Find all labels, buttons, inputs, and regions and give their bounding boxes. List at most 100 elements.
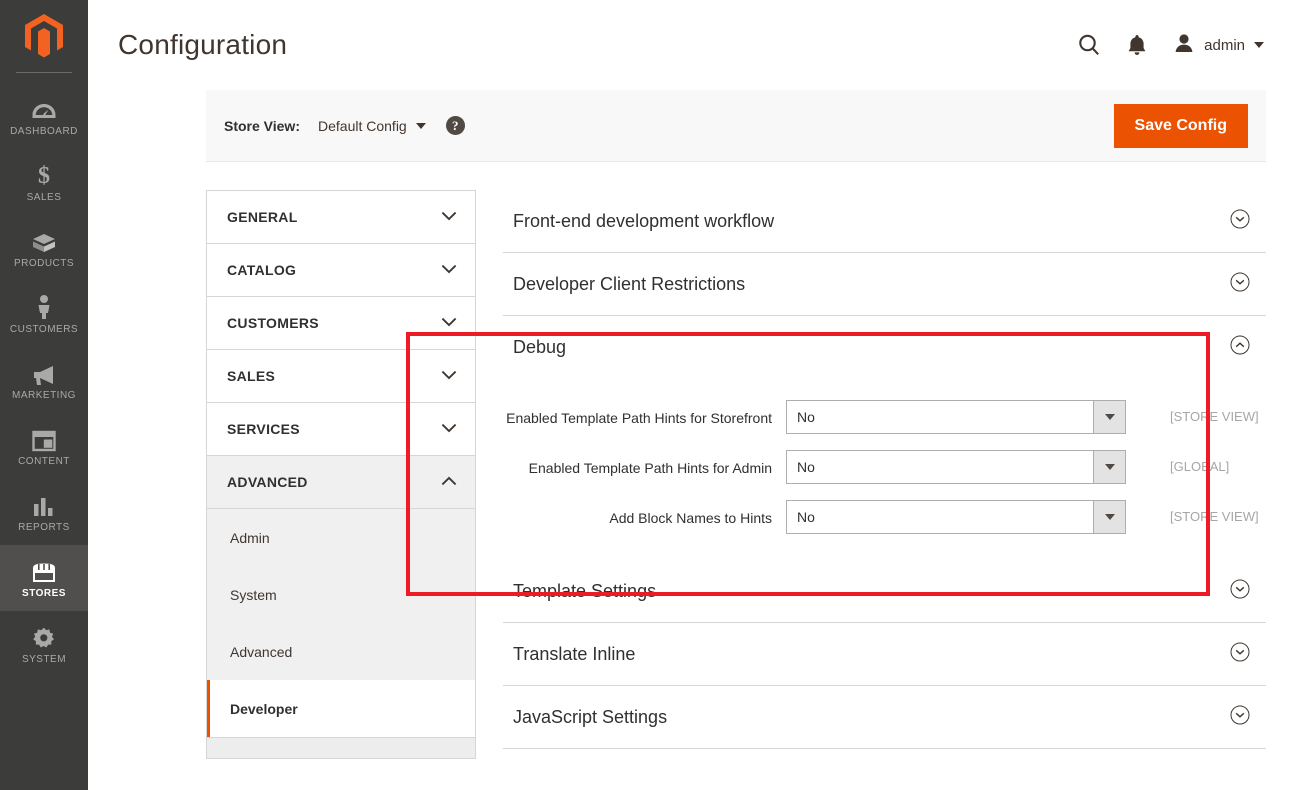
stores-icon [31,558,57,584]
config-section-customers[interactable]: CUSTOMERS [207,297,475,350]
magento-logo[interactable] [0,0,88,72]
config-item-label: Admin [230,530,270,546]
header-actions: admin [1077,33,1266,58]
sidebar-item-sales[interactable]: $ SALES [0,149,88,215]
field-scope: [STORE VIEW] [1126,400,1259,424]
help-question-icon[interactable]: ? [446,116,465,135]
sidebar-item-content[interactable]: CONTENT [0,413,88,479]
chevron-down-icon [441,420,457,438]
sidebar-divider [16,72,72,73]
add-block-names-to-hints-select[interactable]: No [786,500,1126,534]
field-label: Enabled Template Path Hints for Admin [503,450,786,478]
chevron-down-icon [1093,451,1125,483]
config-section-label: SALES [227,368,275,384]
config-section-label: ADVANCED [227,474,308,490]
panel-header[interactable]: Template Settings [503,560,1266,622]
config-item-admin[interactable]: Admin [207,509,475,566]
chevron-down-icon [1093,501,1125,533]
sidebar-item-label: PRODUCTS [14,258,74,269]
reports-icon [32,492,56,518]
panel-header[interactable]: Translate Inline [503,623,1266,685]
template-path-hints-storefront-select[interactable]: No [786,400,1126,434]
chevron-down-icon [1093,401,1125,433]
config-section-label: CATALOG [227,262,296,278]
page-title: Configuration [118,29,287,61]
config-section-services[interactable]: SERVICES [207,403,475,456]
panel-header[interactable]: Developer Client Restrictions [503,253,1266,315]
config-item-label: Advanced [230,644,292,660]
panel-title: Debug [513,337,566,358]
panel-frontend-development-workflow: Front-end development workflow [503,190,1266,253]
dashboard-icon [32,96,56,122]
panel-developer-client-restrictions: Developer Client Restrictions [503,253,1266,316]
chevron-down-icon[interactable] [416,123,426,129]
panel-title: Template Settings [513,581,656,602]
store-view-value[interactable]: Default Config [318,118,407,134]
global-sidebar: DASHBOARD $ SALES PRODUCTS [0,0,88,790]
magento-logo-icon [23,13,65,59]
admin-page: DASHBOARD $ SALES PRODUCTS [0,0,1294,790]
config-item-advanced[interactable]: Advanced [207,623,475,680]
panel-debug: Debug Enabled Template Path Hints for St… [503,316,1266,560]
panel-template-settings: Template Settings [503,560,1266,623]
sidebar-item-label: REPORTS [18,522,70,533]
customers-icon [35,294,53,320]
sidebar-item-stores[interactable]: STORES [0,545,88,611]
panel-title: Developer Client Restrictions [513,274,745,295]
sidebar-item-label: STORES [22,588,66,599]
products-icon [31,228,57,254]
chevron-down-circle-icon [1230,642,1250,667]
field-label: Enabled Template Path Hints for Storefro… [503,400,786,428]
field-label: Add Block Names to Hints [503,500,786,528]
template-path-hints-admin-select[interactable]: No [786,450,1126,484]
sidebar-item-products[interactable]: PRODUCTS [0,215,88,281]
store-switcher-bar: Store View: Default Config ? Save Config [206,90,1266,162]
search-icon[interactable] [1077,33,1101,57]
user-menu[interactable]: admin [1173,33,1264,58]
config-section-label: SERVICES [227,421,300,437]
panel-header[interactable]: Front-end development workflow [503,190,1266,252]
field-scope: [STORE VIEW] [1126,500,1259,524]
config-section-label: GENERAL [227,209,298,225]
panel-body-debug: Enabled Template Path Hints for Storefro… [503,378,1266,560]
page-header: Configuration [88,0,1294,90]
panel-header[interactable]: Debug [503,316,1266,378]
sidebar-item-label: CUSTOMERS [10,324,78,335]
panel-title: JavaScript Settings [513,707,667,728]
user-avatar-icon [1173,33,1195,58]
config-item-system[interactable]: System [207,566,475,623]
config-panels: Front-end development workflow Developer… [503,190,1266,759]
panel-header[interactable]: JavaScript Settings [503,686,1266,748]
config-section-catalog[interactable]: CATALOG [207,244,475,297]
field-row-template-path-hints-storefront: Enabled Template Path Hints for Storefro… [503,400,1266,434]
sidebar-item-label: SALES [27,192,62,203]
main-area: Configuration [88,0,1294,790]
select-value: No [787,501,1093,533]
sidebar-item-customers[interactable]: CUSTOMERS [0,281,88,347]
chevron-down-circle-icon [1230,705,1250,730]
config-nav-scrollbar[interactable] [206,737,476,759]
chevron-up-icon [441,473,457,491]
config-nav: GENERAL CATALOG CUSTOMERS [206,190,476,737]
chevron-down-icon [441,314,457,332]
sidebar-item-system[interactable]: SYSTEM [0,611,88,677]
svg-text:$: $ [38,163,50,188]
save-config-button[interactable]: Save Config [1114,104,1248,148]
chevron-down-icon [441,367,457,385]
chevron-down-circle-icon [1230,209,1250,234]
sidebar-item-dashboard[interactable]: DASHBOARD [0,83,88,149]
config-item-label: Developer [230,701,298,717]
config-subnav-advanced: Admin System Advanced Developer [207,509,475,737]
config-section-sales[interactable]: SALES [207,350,475,403]
bell-icon[interactable] [1127,33,1147,57]
select-value: No [787,401,1093,433]
config-section-general[interactable]: GENERAL [207,191,475,244]
chevron-down-circle-icon [1230,579,1250,604]
config-item-developer[interactable]: Developer [207,680,475,737]
chevron-up-circle-icon [1230,335,1250,360]
sidebar-item-marketing[interactable]: MARKETING [0,347,88,413]
config-section-advanced[interactable]: ADVANCED [207,456,475,509]
chevron-down-icon [441,208,457,226]
sidebar-item-reports[interactable]: REPORTS [0,479,88,545]
sidebar-item-label: DASHBOARD [10,126,78,137]
